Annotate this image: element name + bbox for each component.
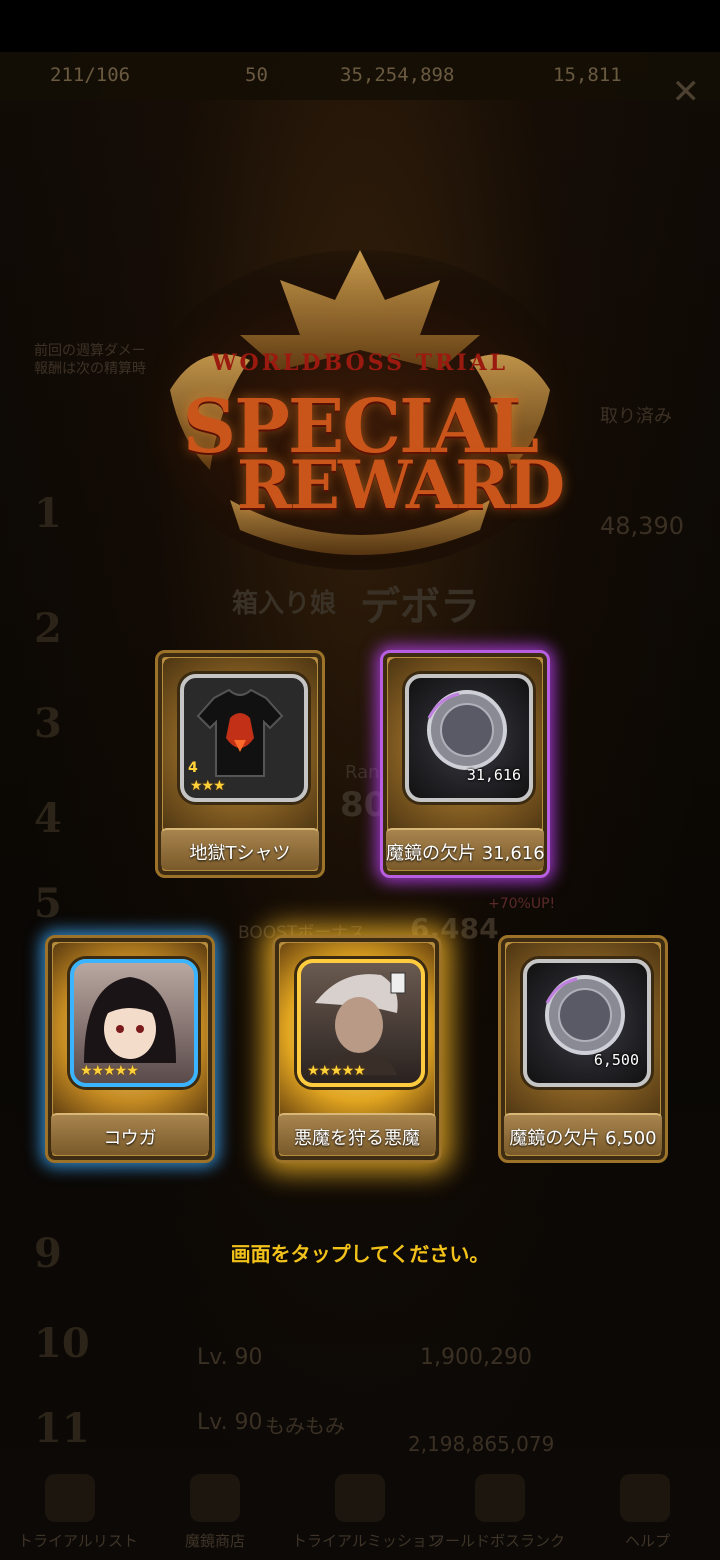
reward-title: REWARD	[236, 446, 565, 524]
ranking-icon	[475, 1474, 525, 1522]
info-icon	[620, 1474, 670, 1522]
boss-name: デボラ	[360, 584, 480, 630]
reward-label: 魔鏡の欠片 6,500	[509, 1128, 657, 1149]
nav-worldboss-rank[interactable]: ワールドボスランク	[430, 1530, 565, 1551]
character-portrait: ★★★★★	[70, 959, 198, 1087]
rarity-stars: ★★★	[190, 778, 226, 794]
rank-number: 5	[34, 880, 62, 927]
worldboss-trial-logo: WORLDBOSS TRIAL	[211, 350, 509, 376]
mirror-shard-icon: 31,616	[405, 674, 533, 802]
reward-card[interactable]: 4 ★★★ 地獄Tシャツ	[155, 650, 325, 878]
stamina-counter: 211/106	[50, 64, 131, 86]
mission-icon	[335, 1474, 385, 1522]
resource-bar: 211/106 50 35,254,898 15,811	[0, 52, 720, 100]
row11-score: 2,198,865,079	[408, 1432, 555, 1456]
item-level: 4	[188, 760, 198, 776]
item-count: 31,616	[466, 766, 521, 784]
card-banner: 魔鏡の欠片 31,616	[386, 828, 545, 870]
reward-label: 魔鏡の欠片 31,616	[386, 843, 545, 864]
reward-card[interactable]: 31,616 魔鏡の欠片 31,616	[380, 650, 550, 878]
card-banner: 魔鏡の欠片 6,500	[504, 1113, 662, 1155]
card-banner: コウガ	[51, 1113, 209, 1155]
reward-label: 地獄Tシャツ	[189, 843, 291, 864]
nav-trial-mission[interactable]: トライアルミッション	[292, 1530, 442, 1551]
reward-card[interactable]: 6,500 魔鏡の欠片 6,500	[498, 935, 668, 1163]
reward-card[interactable]: ★★★★★ コウガ	[45, 935, 215, 1163]
reward-card[interactable]: ★★★★★ 悪魔を狩る悪魔	[272, 935, 442, 1163]
stat-counter: 50	[245, 64, 268, 86]
gem-counter: 15,811	[553, 64, 622, 86]
boss-tag: 箱入り娘	[232, 589, 337, 619]
rank-number: 10	[34, 1320, 90, 1367]
gift-icon	[190, 1474, 240, 1522]
item-count: 6,500	[593, 1051, 639, 1069]
reward-label: 悪魔を狩る悪魔	[294, 1128, 420, 1149]
gold-counter: 35,254,898	[340, 64, 455, 86]
character-portrait: ★★★★★	[297, 959, 425, 1087]
rank-number: 4	[34, 795, 62, 842]
rank-number: 3	[34, 700, 62, 747]
nav-help[interactable]: ヘルプ	[625, 1530, 670, 1551]
rarity-stars: ★★★★★	[80, 1063, 139, 1079]
close-icon: ✕	[671, 72, 701, 112]
nav-trial-list[interactable]: トライアルリスト	[18, 1530, 138, 1551]
mirror-shard-icon: 6,500	[523, 959, 651, 1087]
row10-level: Lv. 90	[197, 1345, 263, 1370]
nav-mirror-shop[interactable]: 魔鏡商店	[185, 1530, 245, 1551]
tap-to-continue-prompt[interactable]: 画面をタップしてください。	[0, 1238, 720, 1267]
row11-name: もみもみ	[265, 1414, 345, 1438]
worldboss-icon	[45, 1474, 95, 1522]
row10-score: 1,900,290	[420, 1345, 532, 1370]
rank-number: 11	[34, 1405, 90, 1452]
reward-label: コウガ	[103, 1128, 157, 1149]
rank-number: 2	[34, 605, 62, 652]
status-bar	[0, 0, 720, 52]
tshirt-icon: 4 ★★★	[180, 674, 308, 802]
rarity-stars: ★★★★★	[307, 1063, 366, 1079]
row11-level: Lv. 90	[197, 1410, 263, 1435]
card-banner: 地獄Tシャツ	[161, 828, 319, 870]
boost-percent: +70%UP!	[488, 896, 556, 912]
card-banner: 悪魔を狩る悪魔	[278, 1113, 436, 1155]
